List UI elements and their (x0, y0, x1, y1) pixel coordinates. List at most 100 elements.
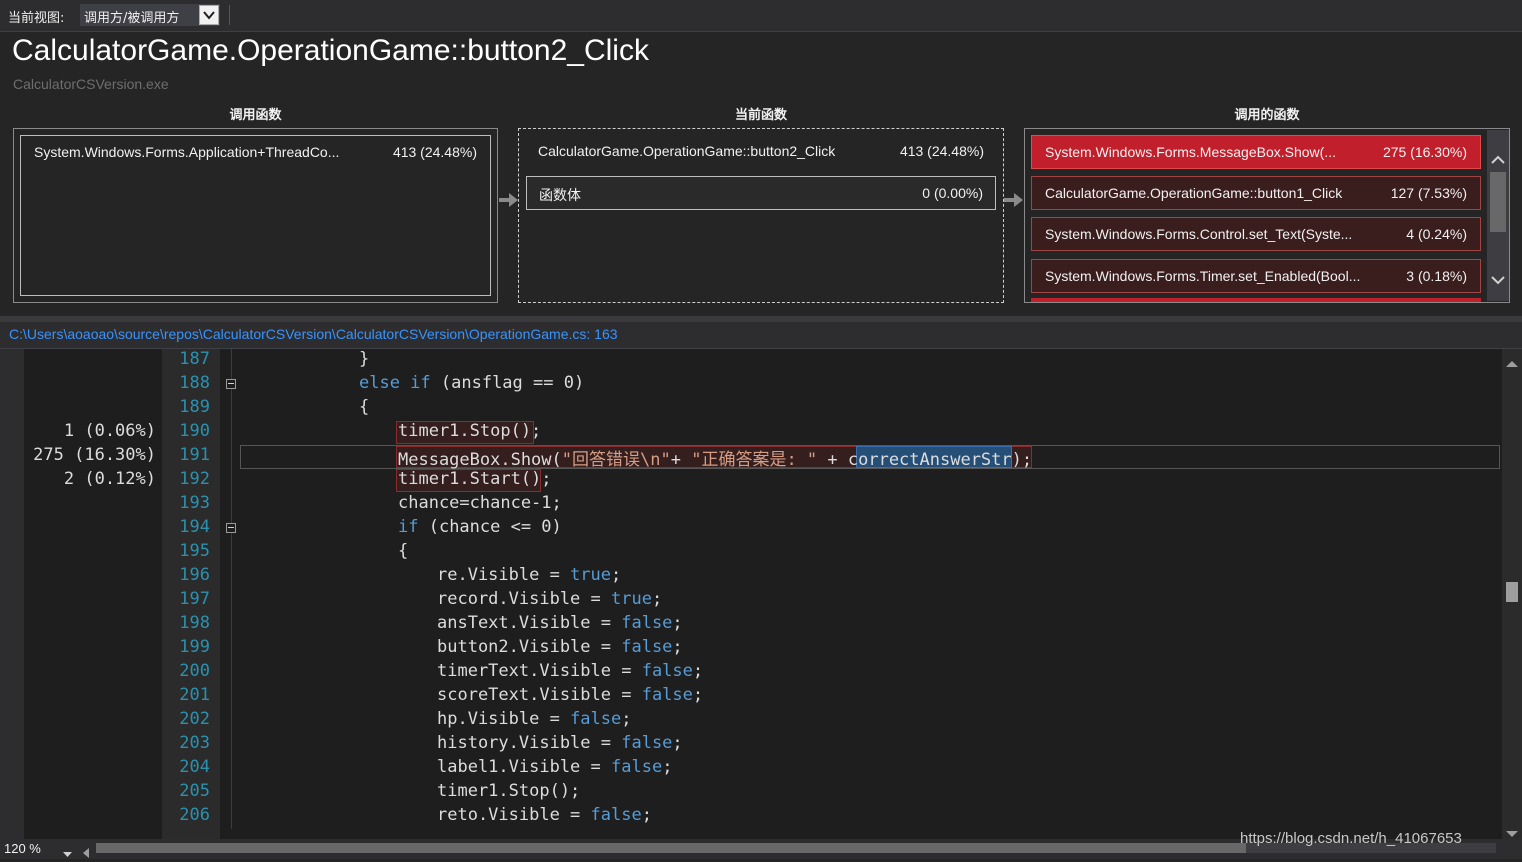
code-line: timer1.Stop(); (398, 421, 541, 441)
code-line: timerText.Visible = false; (437, 661, 703, 681)
file-path-link[interactable]: C:\Users\aoaoao\source\repos\CalculatorC… (9, 326, 618, 342)
code-keyword: false (570, 709, 622, 729)
code-text: ); (1011, 450, 1033, 470)
line-number: 195 (179, 541, 210, 561)
callee-value: 3 (0.18%) (1406, 268, 1467, 284)
code-text: + (670, 450, 692, 470)
code-text: ; (692, 685, 704, 705)
code-line: MessageBox.Show("回答错误\n"+ "正确答案是: " + co… (398, 445, 1032, 470)
code-text: timerText.Visible = (437, 661, 642, 681)
code-text: { (359, 397, 370, 417)
module-name: CalculatorCSVersion.exe (13, 76, 169, 92)
zoom-select[interactable]: 120 % (2, 840, 74, 858)
callee-node[interactable]: System.Windows.Forms.Timer.set_Enabled(B… (1031, 259, 1481, 293)
callee-node[interactable]: System.Windows.Forms.Control.set_Text(Sy… (1031, 217, 1481, 251)
chevron-down-icon[interactable] (199, 5, 219, 25)
code-line: history.Visible = false; (437, 733, 683, 753)
code-line: reto.Visible = false; (437, 805, 652, 825)
scroll-left-icon[interactable] (82, 843, 90, 862)
arrow-right-icon (499, 192, 518, 208)
callee-node-partial[interactable] (1031, 298, 1481, 302)
line-number: 204 (179, 757, 210, 777)
caller-value: 413 (24.48%) (392, 144, 477, 160)
code-keyword: false (621, 733, 673, 753)
code-text: record.Visible = (437, 589, 611, 609)
callees-scroll-thumb[interactable] (1490, 172, 1506, 232)
line-number: 203 (179, 733, 210, 753)
code-line: re.Visible = true; (437, 565, 621, 585)
function-title: CalculatorGame.OperationGame::button2_Cl… (12, 34, 649, 67)
code-string: "回答错误\n" (561, 450, 671, 470)
line-number: 198 (179, 613, 210, 633)
code-line: label1.Visible = false; (437, 757, 672, 777)
code-line: ansText.Visible = false; (437, 613, 683, 633)
code-text: (chance <= 0) (418, 517, 562, 537)
view-select[interactable]: 调用方/被调用方 (80, 4, 220, 26)
line-number: 192 (179, 469, 210, 489)
caller-node[interactable]: System.Windows.Forms.Application+ThreadC… (20, 135, 491, 296)
callee-name: System.Windows.Forms.MessageBox.Show(... (1045, 144, 1336, 160)
view-select-value: 调用方/被调用方 (84, 11, 180, 26)
callee-node[interactable]: CalculatorGame.OperationGame::button1_Cl… (1031, 176, 1481, 210)
code-line: timer1.Start(); (398, 469, 552, 489)
arrow-right-icon (1004, 192, 1023, 208)
line-number: 188 (179, 373, 210, 393)
scroll-up-icon[interactable] (1505, 354, 1519, 373)
code-line: scoreText.Visible = false; (437, 685, 703, 705)
code-line: hp.Visible = false; (437, 709, 632, 729)
code-keyword: false (621, 613, 673, 633)
collapse-icon[interactable] (226, 379, 236, 389)
callee-name: CalculatorGame.OperationGame::button1_Cl… (1045, 185, 1343, 201)
watermark-text: https://blog.csdn.net/h_41067653 (1240, 830, 1462, 847)
callee-node[interactable]: System.Windows.Forms.MessageBox.Show(...… (1031, 135, 1481, 169)
callee-value: 4 (0.24%) (1406, 226, 1467, 242)
code-text: ansText.Visible = (437, 613, 622, 633)
code-text: chance=chance-1; (398, 493, 562, 513)
callees-header: 调用的函数 (1234, 108, 1300, 123)
code-string: "正确答案是: " (691, 450, 818, 470)
code-line: chance=chance-1; (398, 493, 562, 513)
code-text: ; (672, 613, 683, 633)
code-keyword: false (611, 757, 663, 777)
code-text: re.Visible = (437, 565, 571, 585)
toolbar-divider (229, 5, 230, 25)
code-text: scoreText.Visible = (437, 685, 642, 705)
line-number: 202 (179, 709, 210, 729)
code-line: { (398, 541, 408, 561)
line-number: 187 (179, 349, 210, 369)
code-line: else if (ansflag == 0) (359, 373, 584, 393)
code-text: { (398, 541, 409, 561)
line-number: 196 (179, 565, 210, 585)
code-editor[interactable] (0, 349, 1502, 839)
code-line: if (chance <= 0) (398, 517, 562, 537)
code-keyword: if (398, 517, 419, 537)
chevron-down-icon[interactable] (1490, 270, 1506, 289)
current-function-panel[interactable]: CalculatorGame.OperationGame::button2_Cl… (518, 128, 1004, 303)
function-body-label: 函数体 (539, 187, 581, 203)
function-body-node[interactable]: 函数体 0 (0.00%) (526, 176, 996, 210)
code-text: ; (651, 589, 663, 609)
line-number: 189 (179, 397, 210, 417)
code-text: } (359, 349, 370, 369)
editor-scroll-thumb[interactable] (1506, 582, 1518, 602)
callee-value: 275 (16.30%) (1382, 144, 1467, 160)
line-metrics: 1 (0.06%) 275 (16.30%) 2 (0.12%) (24, 349, 160, 839)
code-text: reto.Visible = (437, 805, 591, 825)
code-keyword: else if (359, 373, 431, 393)
code-text: label1.Visible = (437, 757, 611, 777)
line-metric: 2 (0.12%) (63, 469, 156, 489)
code-text: button2.Visible = (437, 637, 622, 657)
editor-margin (0, 349, 24, 839)
code-line: button2.Visible = false; (437, 637, 683, 657)
line-number: 199 (179, 637, 210, 657)
code-text: timer1.Stop(); (398, 421, 542, 441)
chevron-up-icon[interactable] (1490, 150, 1506, 169)
line-number: 193 (179, 493, 210, 513)
editor-hscroll-thumb[interactable] (96, 843, 1246, 853)
line-numbers: 187 188 189 190 191 192 193 194 195 196 … (162, 349, 220, 839)
code-text: history.Visible = (437, 733, 622, 753)
current-header: 当前函数 (734, 108, 787, 123)
function-body-value: 0 (0.00%) (922, 185, 983, 201)
collapse-icon[interactable] (226, 523, 236, 533)
code-keyword: false (590, 805, 642, 825)
